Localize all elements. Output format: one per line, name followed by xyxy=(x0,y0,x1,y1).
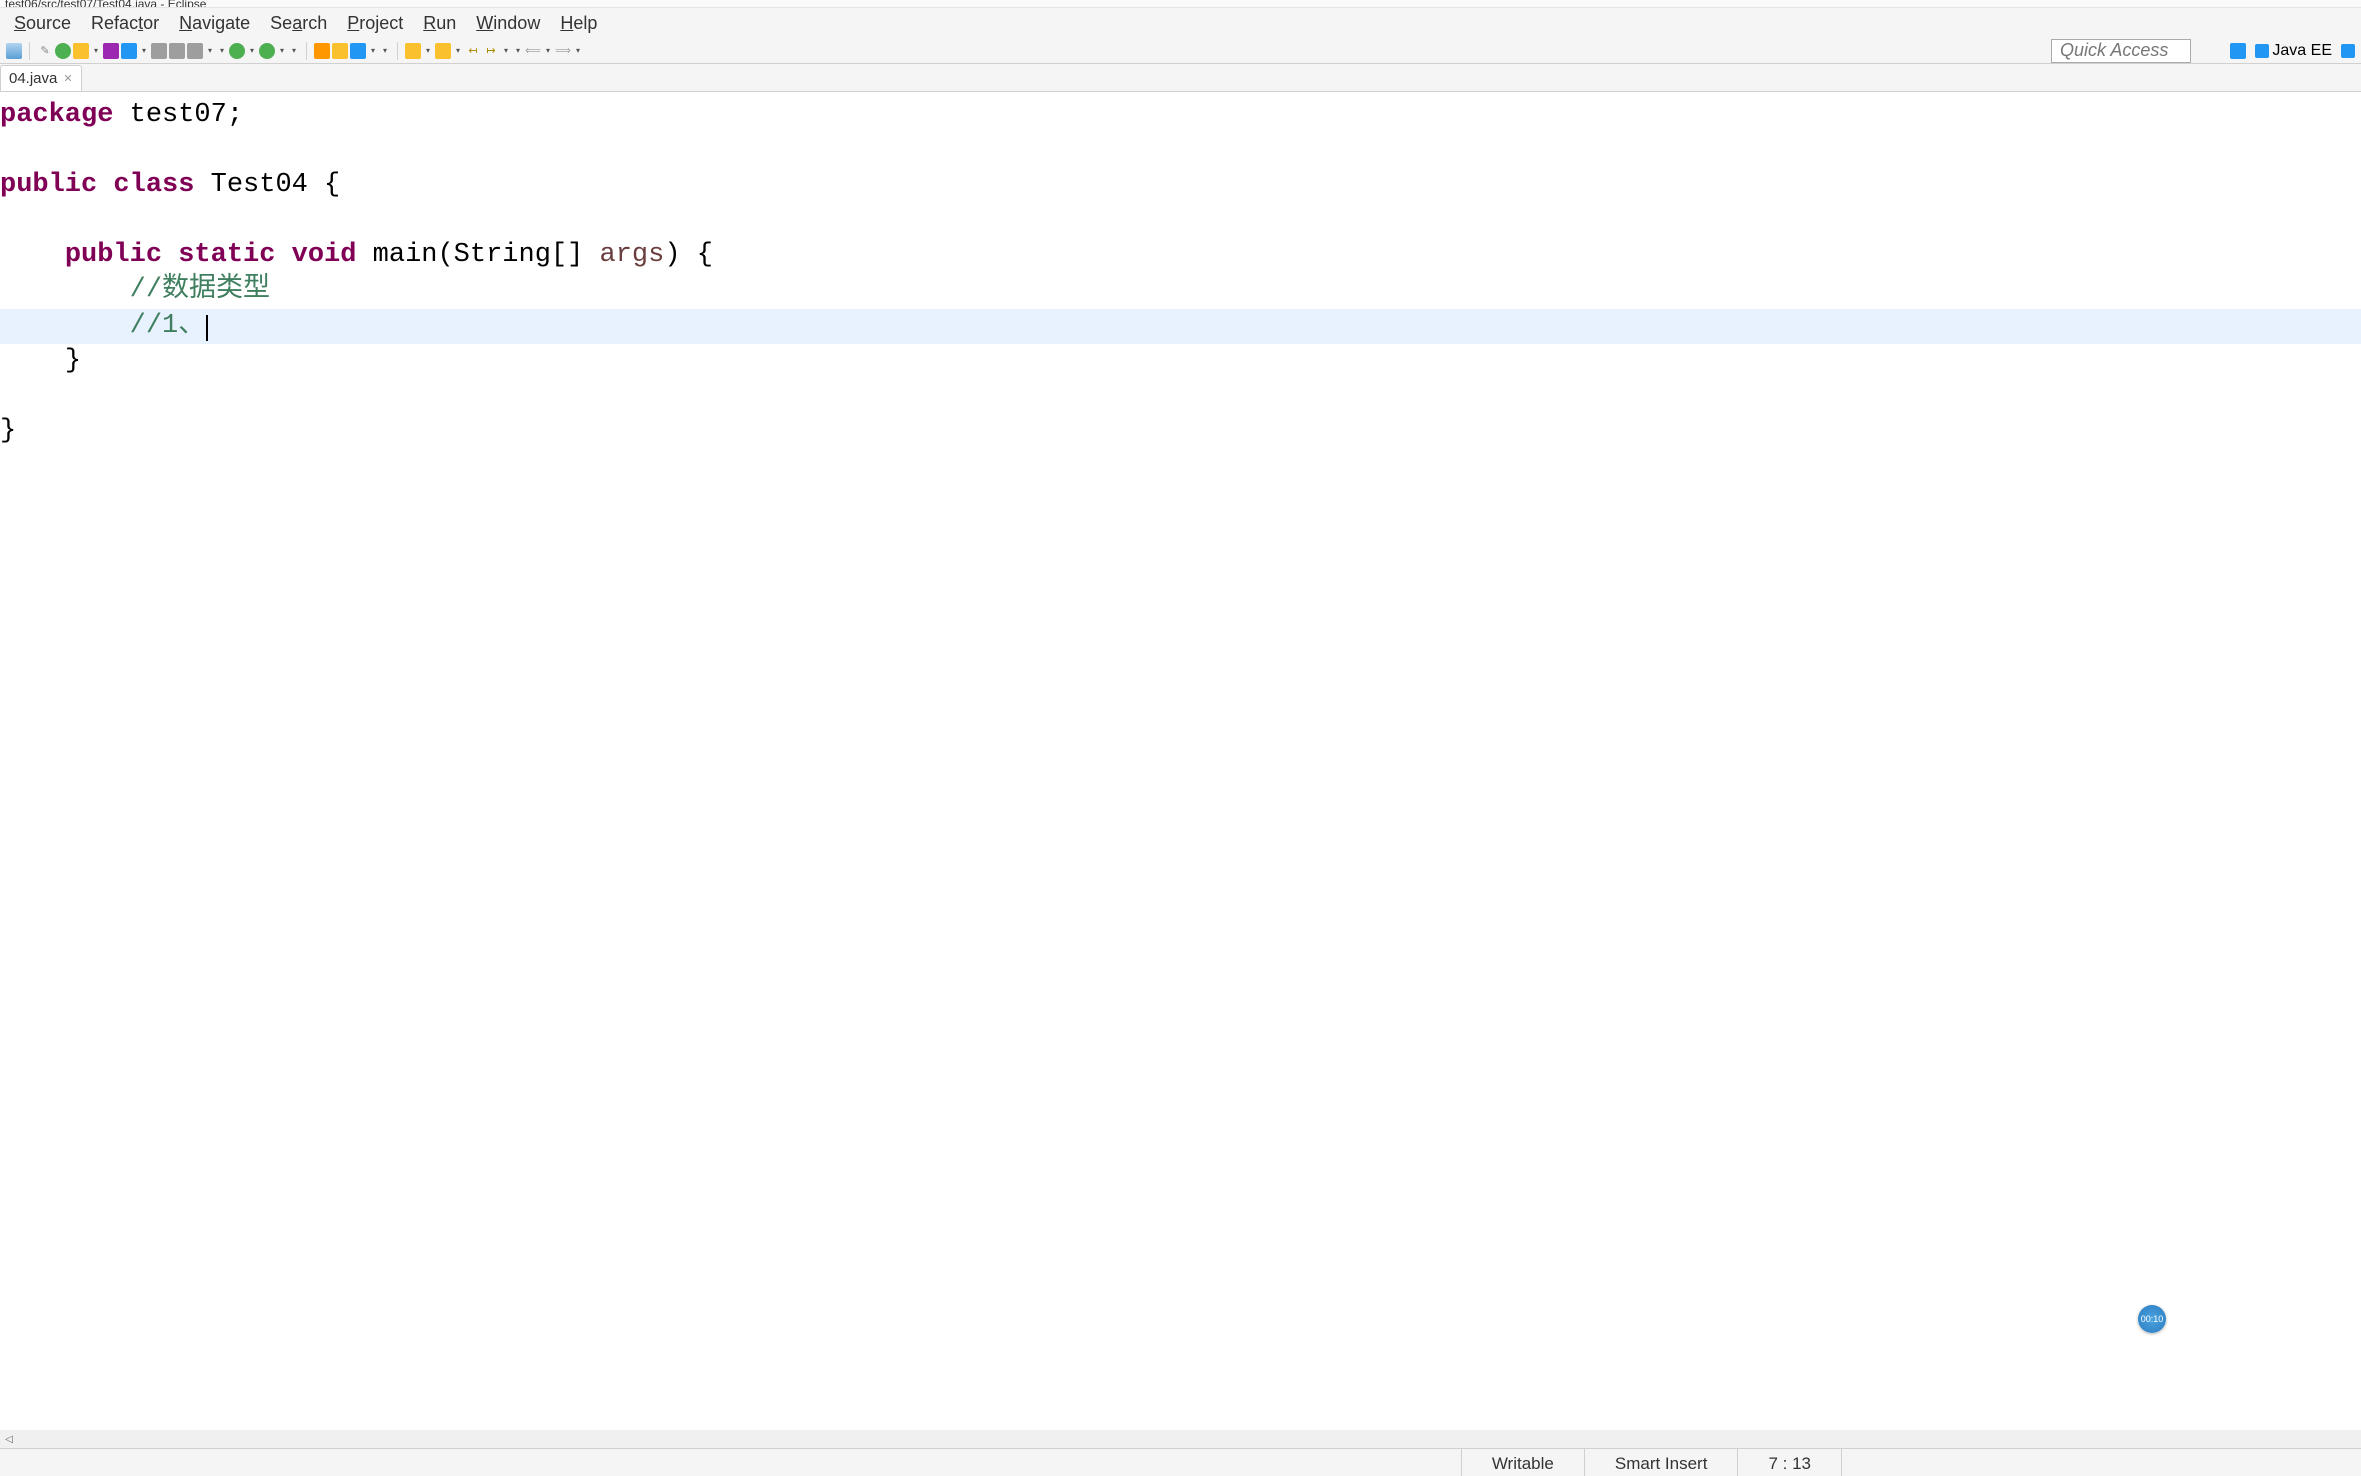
new-jpa-icon[interactable] xyxy=(187,43,203,59)
menu-project[interactable]: Project xyxy=(337,9,413,38)
toolbar-group-create: ▾ ▾ xyxy=(310,43,394,59)
menu-search[interactable]: Search xyxy=(260,9,337,38)
open-type-icon[interactable] xyxy=(151,43,167,59)
toolbar-group-new: ✎ ▾ ▾ ▾ ▾ ▾ ▾ ▾ xyxy=(33,43,303,59)
annotation-icon[interactable] xyxy=(435,43,451,59)
status-writable: Writable xyxy=(1461,1449,1584,1476)
perspective-label: Java EE xyxy=(2272,42,2332,60)
open-perspective-icon[interactable] xyxy=(2230,43,2246,59)
quick-access-input[interactable]: Quick Access xyxy=(2051,39,2191,63)
java-ee-icon xyxy=(2255,44,2269,58)
open-task-icon[interactable] xyxy=(169,43,185,59)
menu-refactor[interactable]: Refactor xyxy=(81,9,169,38)
quick-access-placeholder: Quick Access xyxy=(2060,40,2168,61)
editor-tab[interactable]: 04.java ✕ xyxy=(0,65,82,91)
code-editor[interactable]: package test07; public class Test04 { pu… xyxy=(0,92,2361,1448)
horizontal-scrollbar[interactable]: ◁ xyxy=(0,1430,2361,1448)
dropdown-icon[interactable]: ▾ xyxy=(139,43,149,59)
wizard-icon[interactable]: ✎ xyxy=(37,43,53,59)
editor-tab-bar: 04.java ✕ xyxy=(0,64,2361,92)
new-folder-icon[interactable] xyxy=(350,43,366,59)
toolbar-separator xyxy=(306,42,307,60)
menu-source[interactable]: Source xyxy=(4,9,81,38)
perspective-java-ee[interactable]: Java EE xyxy=(2250,39,2337,63)
dropdown-icon[interactable]: ▾ xyxy=(513,43,523,59)
prev-annotation-icon[interactable]: ↤ xyxy=(465,43,481,59)
dropdown-icon[interactable]: ▾ xyxy=(217,43,227,59)
toolbar: ✎ ▾ ▾ ▾ ▾ ▾ ▾ ▾ ▾ ▾ ▾ ▾ ↤ ↦ ▾ ▾ ⟸ ▾ ⟹ xyxy=(0,38,2361,64)
code-line xyxy=(0,379,2361,414)
code-line xyxy=(0,203,2361,238)
dropdown-icon[interactable]: ▾ xyxy=(501,43,511,59)
code-line-current: //1、 xyxy=(0,309,2361,344)
dropdown-icon[interactable]: ▾ xyxy=(453,43,463,59)
code-line: public class Test04 { xyxy=(0,168,2361,203)
toolbar-group-file xyxy=(2,43,26,59)
code-line: } xyxy=(0,414,2361,449)
run-icon[interactable] xyxy=(229,43,245,59)
window-title: test06/src/test07/Test04.java - Eclipse xyxy=(5,0,206,8)
perspective-bar: Java EE xyxy=(2224,39,2361,63)
debug-icon[interactable] xyxy=(259,43,275,59)
forward-icon[interactable]: ⟹ xyxy=(555,43,571,59)
title-bar: test06/src/test07/Test04.java - Eclipse xyxy=(0,0,2361,8)
back-icon[interactable]: ⟸ xyxy=(525,43,541,59)
code-line: //数据类型 xyxy=(0,273,2361,308)
code-line: package test07; xyxy=(0,98,2361,133)
next-annotation-icon[interactable]: ↦ xyxy=(483,43,499,59)
tab-label: 04.java xyxy=(9,70,57,87)
menu-run[interactable]: Run xyxy=(413,9,466,38)
status-bar: Writable Smart Insert 7 : 13 xyxy=(0,1448,2361,1476)
text-cursor xyxy=(206,315,208,341)
toolbar-separator xyxy=(397,42,398,60)
dropdown-icon[interactable]: ▾ xyxy=(573,43,583,59)
dropdown-icon[interactable]: ▾ xyxy=(289,43,299,59)
save-icon[interactable] xyxy=(6,43,22,59)
dropdown-icon[interactable]: ▾ xyxy=(423,43,433,59)
status-insert-mode: Smart Insert xyxy=(1584,1449,1738,1476)
timer-badge: 00:10 xyxy=(2138,1305,2166,1333)
dropdown-icon[interactable]: ▾ xyxy=(91,43,101,59)
code-line: } xyxy=(0,344,2361,379)
menu-window[interactable]: Window xyxy=(466,9,550,38)
code-line: public static void main(String[] args) { xyxy=(0,238,2361,273)
scroll-left-icon[interactable]: ◁ xyxy=(0,1430,18,1448)
timer-value: 00:10 xyxy=(2141,1314,2164,1324)
new-package-icon[interactable] xyxy=(314,43,330,59)
dropdown-icon[interactable]: ▾ xyxy=(247,43,257,59)
new-project-icon[interactable] xyxy=(121,43,137,59)
toolbar-separator xyxy=(29,42,30,60)
status-empty xyxy=(1841,1449,2361,1476)
new-server-icon[interactable] xyxy=(55,43,71,59)
new-class-icon[interactable] xyxy=(332,43,348,59)
dropdown-icon[interactable]: ▾ xyxy=(277,43,287,59)
close-icon[interactable]: ✕ xyxy=(63,72,72,85)
java-icon[interactable] xyxy=(2341,44,2355,58)
dropdown-icon[interactable]: ▾ xyxy=(380,43,390,59)
search-icon[interactable] xyxy=(405,43,421,59)
menu-help[interactable]: Help xyxy=(550,9,607,38)
dropdown-icon[interactable]: ▾ xyxy=(543,43,553,59)
toolbar-group-search: ▾ ▾ ↤ ↦ ▾ ▾ ⟸ ▾ ⟹ ▾ xyxy=(401,43,587,59)
status-cursor-position: 7 : 13 xyxy=(1737,1449,1841,1476)
new-ejb-icon[interactable] xyxy=(103,43,119,59)
dropdown-icon[interactable]: ▾ xyxy=(368,43,378,59)
menu-bar: Source Refactor Navigate Search Project … xyxy=(0,8,2361,38)
menu-navigate[interactable]: Navigate xyxy=(169,9,260,38)
dropdown-icon[interactable]: ▾ xyxy=(205,43,215,59)
new-wizard-icon[interactable] xyxy=(73,43,89,59)
code-line xyxy=(0,133,2361,168)
